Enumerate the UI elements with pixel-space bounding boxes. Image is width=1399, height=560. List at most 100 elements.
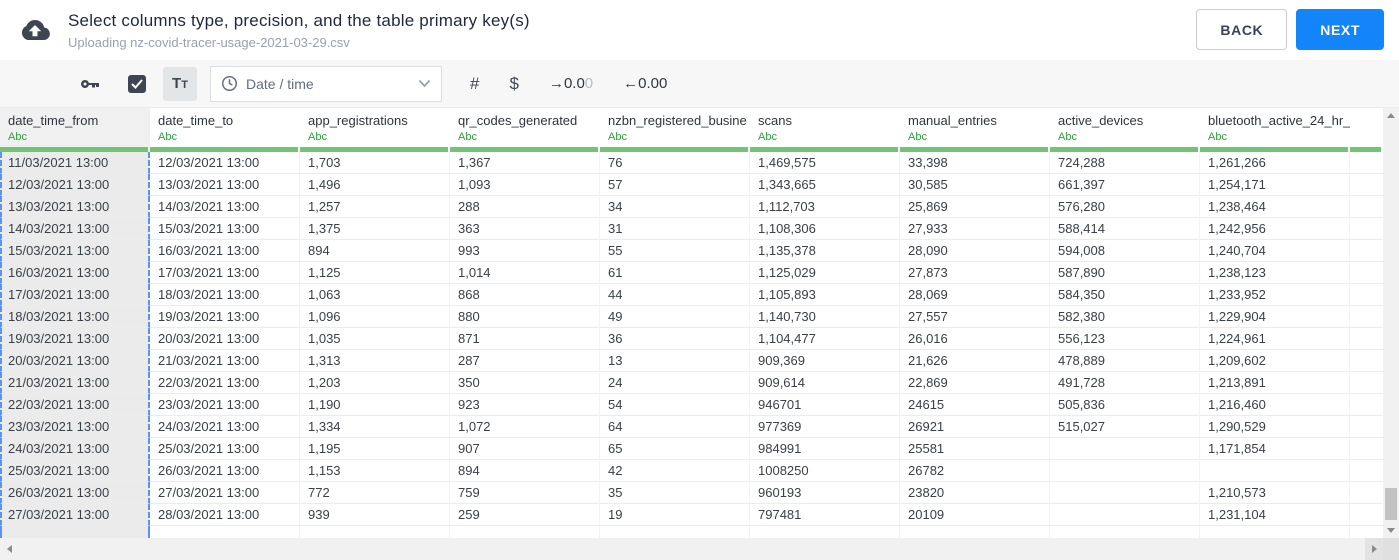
horizontal-scrollbar[interactable] <box>0 538 1383 560</box>
cell[interactable]: 1,105,893 <box>750 284 900 306</box>
cell[interactable]: 1,195 <box>300 438 450 460</box>
cell[interactable]: 28,069 <box>900 284 1050 306</box>
cell[interactable]: 25581 <box>900 438 1050 460</box>
cell[interactable]: 1,209,602 <box>1200 350 1350 372</box>
cell[interactable]: 984991 <box>750 438 900 460</box>
cell[interactable]: 24 <box>600 372 750 394</box>
cell[interactable]: 491,728 <box>1050 372 1200 394</box>
number-type-button[interactable]: # <box>470 74 479 94</box>
cell[interactable]: 13/03/2021 13:00 <box>0 196 150 218</box>
cell[interactable] <box>750 526 900 538</box>
cell[interactable]: 1,261,266 <box>1200 152 1350 174</box>
cell[interactable]: 584,350 <box>1050 284 1200 306</box>
cell[interactable]: 939 <box>300 504 450 526</box>
cell[interactable]: 907 <box>450 438 600 460</box>
cell[interactable]: 588,414 <box>1050 218 1200 240</box>
cell[interactable]: 1,125,029 <box>750 262 900 284</box>
cell[interactable]: 18/03/2021 13:00 <box>0 306 150 328</box>
cell[interactable] <box>0 526 150 538</box>
primary-key-icon[interactable] <box>78 72 102 96</box>
column-header-app_registrations[interactable]: app_registrations Abc <box>300 108 450 152</box>
cell[interactable]: 30,585 <box>900 174 1050 196</box>
next-button[interactable]: NEXT <box>1296 9 1384 50</box>
cell[interactable]: 515,027 <box>1050 416 1200 438</box>
cell[interactable]: 20/03/2021 13:00 <box>150 328 300 350</box>
cell[interactable]: 12/03/2021 13:00 <box>150 152 300 174</box>
cell[interactable]: 31 <box>600 218 750 240</box>
cell[interactable]: 24/03/2021 13:00 <box>0 438 150 460</box>
cell[interactable]: 13/03/2021 13:00 <box>150 174 300 196</box>
cell[interactable]: 1,231,104 <box>1200 504 1350 526</box>
cell[interactable]: 1,171,854 <box>1200 438 1350 460</box>
cell[interactable]: 13 <box>600 350 750 372</box>
cell[interactable]: 20109 <box>900 504 1050 526</box>
cell[interactable]: 14/03/2021 13:00 <box>150 196 300 218</box>
cell[interactable]: 18/03/2021 13:00 <box>150 284 300 306</box>
scroll-up-icon[interactable] <box>1387 113 1395 118</box>
column-header-nzbn_registered_busine[interactable]: nzbn_registered_busine Abc <box>600 108 750 152</box>
scroll-right-icon[interactable] <box>1372 545 1377 553</box>
cell[interactable]: 505,836 <box>1050 394 1200 416</box>
scroll-right-button[interactable] <box>1365 538 1383 560</box>
cell[interactable]: 26782 <box>900 460 1050 482</box>
column-header-date_time_from[interactable]: date_time_from Abc <box>0 108 150 152</box>
cell[interactable]: 363 <box>450 218 600 240</box>
cell[interactable]: 25/03/2021 13:00 <box>0 460 150 482</box>
cell[interactable]: 64 <box>600 416 750 438</box>
cell[interactable]: 772 <box>300 482 450 504</box>
cell[interactable]: 894 <box>450 460 600 482</box>
cell[interactable]: 1,072 <box>450 416 600 438</box>
text-type-button[interactable]: Tt <box>163 66 197 101</box>
cell[interactable]: 27,557 <box>900 306 1050 328</box>
cell[interactable]: 23820 <box>900 482 1050 504</box>
scroll-down-icon[interactable] <box>1387 528 1395 533</box>
cell[interactable]: 582,380 <box>1050 306 1200 328</box>
cell[interactable]: 724,288 <box>1050 152 1200 174</box>
cell[interactable]: 1,242,956 <box>1200 218 1350 240</box>
cell[interactable]: 1,112,703 <box>750 196 900 218</box>
cell[interactable]: 1,229,904 <box>1200 306 1350 328</box>
column-header-active_devices[interactable]: active_devices Abc <box>1050 108 1200 152</box>
cell[interactable]: 26/03/2021 13:00 <box>150 460 300 482</box>
cell[interactable]: 1,233,952 <box>1200 284 1350 306</box>
cell[interactable]: 27/03/2021 13:00 <box>150 482 300 504</box>
cell[interactable] <box>450 526 600 538</box>
cell[interactable]: 23/03/2021 13:00 <box>150 394 300 416</box>
cell[interactable]: 977369 <box>750 416 900 438</box>
cell[interactable]: 19/03/2021 13:00 <box>150 306 300 328</box>
cell[interactable] <box>1050 526 1200 538</box>
decrease-decimal-button[interactable]: ←0.00 <box>623 75 667 92</box>
currency-type-button[interactable]: $ <box>509 74 518 94</box>
cell[interactable]: 1,125 <box>300 262 450 284</box>
cell[interactable]: 26,016 <box>900 328 1050 350</box>
cell[interactable] <box>150 526 300 538</box>
cell[interactable]: 1,238,464 <box>1200 196 1350 218</box>
cell[interactable]: 288 <box>450 196 600 218</box>
cell[interactable]: 1,190 <box>300 394 450 416</box>
cell[interactable]: 1,210,573 <box>1200 482 1350 504</box>
cell[interactable]: 28/03/2021 13:00 <box>150 504 300 526</box>
cell[interactable]: 28,090 <box>900 240 1050 262</box>
cell[interactable]: 16/03/2021 13:00 <box>150 240 300 262</box>
cell[interactable]: 1,203 <box>300 372 450 394</box>
cell[interactable]: 576,280 <box>1050 196 1200 218</box>
cell[interactable]: 909,369 <box>750 350 900 372</box>
cell[interactable]: 909,614 <box>750 372 900 394</box>
cell[interactable]: 1,367 <box>450 152 600 174</box>
cell[interactable]: 1,496 <box>300 174 450 196</box>
cell[interactable]: 478,889 <box>1050 350 1200 372</box>
cell[interactable]: 1,290,529 <box>1200 416 1350 438</box>
cell[interactable]: 1,140,730 <box>750 306 900 328</box>
cell[interactable]: 594,008 <box>1050 240 1200 262</box>
cell[interactable]: 880 <box>450 306 600 328</box>
increase-decimal-button[interactable]: →0.00 <box>549 75 593 92</box>
cell[interactable]: 23/03/2021 13:00 <box>0 416 150 438</box>
cell[interactable]: 26921 <box>900 416 1050 438</box>
vertical-scrollbar-thumb[interactable] <box>1385 488 1397 520</box>
cell[interactable]: 11/03/2021 13:00 <box>0 152 150 174</box>
cell[interactable]: 1,240,704 <box>1200 240 1350 262</box>
cell[interactable]: 1,375 <box>300 218 450 240</box>
cell[interactable]: 65 <box>600 438 750 460</box>
cell[interactable]: 22,869 <box>900 372 1050 394</box>
cell[interactable]: 894 <box>300 240 450 262</box>
